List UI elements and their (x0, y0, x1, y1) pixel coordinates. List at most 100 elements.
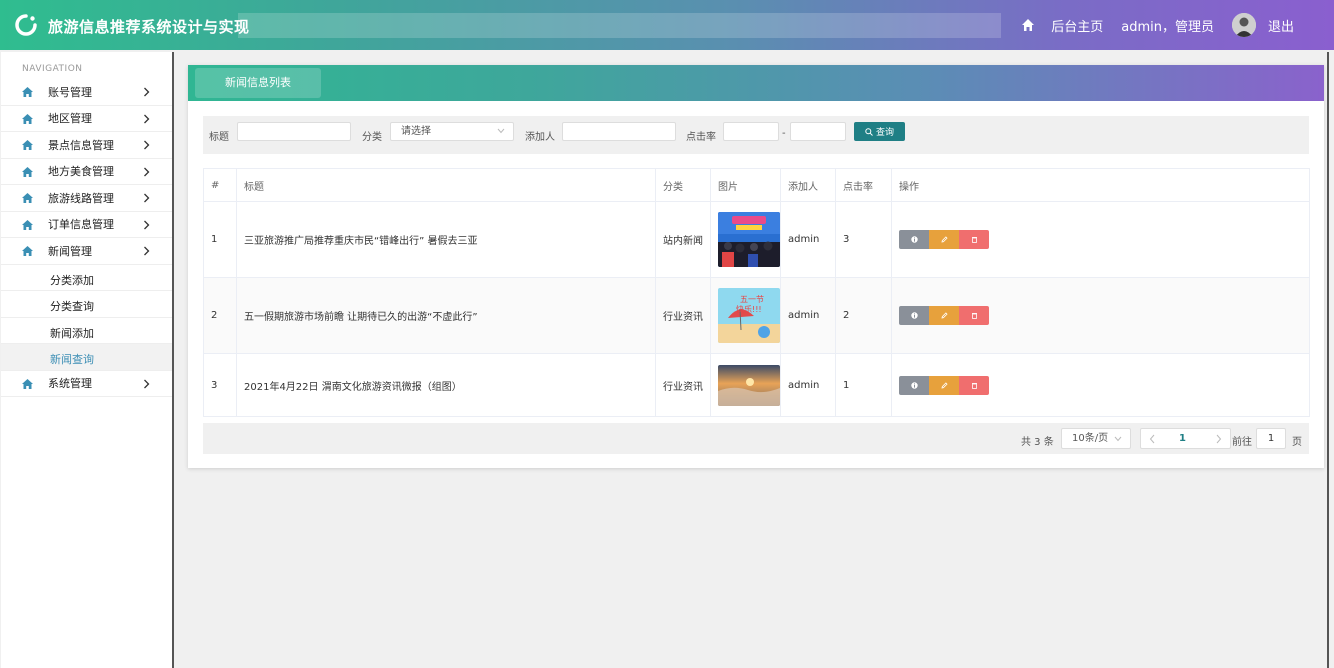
clicks-min-input[interactable] (723, 122, 779, 141)
cell-image (710, 201, 781, 278)
edit-button[interactable] (929, 375, 959, 395)
cell-adder: admin (780, 277, 836, 354)
cell-image (710, 353, 781, 417)
cell-index: 3 (203, 353, 237, 417)
news-thumbnail[interactable] (718, 364, 780, 406)
edit-button[interactable] (929, 230, 959, 249)
cell-actions (891, 277, 1310, 354)
home-icon (22, 193, 33, 203)
col-category-header: 分类 (655, 168, 711, 202)
pencil-icon (940, 381, 948, 389)
sidebar-item-region[interactable]: 地区管理 (1, 106, 172, 132)
avatar[interactable] (1231, 13, 1256, 37)
home-icon (22, 219, 33, 230)
edit-button[interactable] (929, 306, 959, 325)
clicks-max-input[interactable] (790, 122, 846, 141)
page-size-select[interactable]: 10条/页 (1061, 428, 1131, 449)
cell-category: 行业资讯 (655, 353, 711, 417)
cell-actions (891, 201, 1310, 278)
delete-button[interactable] (959, 306, 989, 325)
goto-label: 前往 (1232, 437, 1252, 448)
chevron-right-icon (144, 379, 150, 388)
cell-clicks: 2 (835, 277, 892, 354)
chevron-right-icon (144, 140, 150, 150)
search-icon (865, 127, 873, 136)
sidebar-item-route[interactable]: 旅游线路管理 (1, 185, 172, 212)
sidebar-item-system[interactable]: 系统管理 (1, 371, 172, 397)
cell-title: 2021年4月22日 渭南文化旅游资讯微报（组图） (236, 353, 656, 417)
news-thumbnail[interactable] (718, 212, 780, 267)
sidebar-item-scenic[interactable]: 景点信息管理 (1, 132, 172, 159)
chevron-right-icon (144, 114, 150, 123)
adder-filter-label: 添加人 (525, 132, 555, 143)
pagination: 共 3 条 10条/页 1 前往 1 页 (203, 423, 1309, 454)
trash-icon (971, 382, 977, 389)
current-page[interactable]: 1 (1179, 433, 1186, 444)
page-size-value: 10条/页 (1072, 433, 1109, 444)
news-table: # 标题 分类 图片 添加人 点击率 操作 1 三亚旅游推广局推荐重庆市民“错峰… (203, 168, 1310, 417)
chevron-right-icon (144, 87, 150, 97)
range-separator: - (782, 128, 786, 139)
sidebar-subitem-label: 分类添加 (50, 273, 94, 287)
title-filter-input[interactable] (237, 122, 351, 141)
table-row: 2 五一假期旅游市场前瞻 让期待已久的出游“不虚此行” 行业资讯 五一节 快乐!… (203, 277, 1310, 354)
goto-page-input[interactable]: 1 (1256, 428, 1286, 449)
details-button[interactable] (899, 306, 929, 325)
title-highlight (238, 13, 1001, 38)
cell-image: 五一节 快乐!!! (710, 277, 781, 354)
category-filter-label: 分类 (362, 132, 382, 143)
chevron-left-icon[interactable] (1149, 434, 1155, 444)
sidebar-item-label: 旅游线路管理 (48, 191, 114, 205)
pencil-icon (940, 312, 948, 319)
tab-news-list[interactable]: 新闻信息列表 (195, 68, 321, 98)
chevron-right-icon[interactable] (1216, 434, 1222, 444)
svg-text:五一节: 五一节 (740, 295, 764, 304)
chevron-down-icon (497, 128, 505, 134)
col-adder-header: 添加人 (780, 168, 836, 202)
home-icon (22, 246, 33, 256)
sidebar: NAVIGATION 账号管理 地区管理 景点信息管理 地方美食管理 旅游线路管… (1, 52, 174, 668)
cell-clicks: 3 (835, 201, 892, 278)
trash-icon (971, 313, 977, 319)
sidebar-item-label: 账号管理 (48, 85, 92, 99)
page-navigator: 1 (1140, 428, 1231, 449)
sidebar-item-food[interactable]: 地方美食管理 (1, 159, 172, 185)
details-button[interactable] (899, 230, 929, 249)
home-link[interactable]: 后台主页 (1051, 16, 1103, 35)
cell-clicks: 1 (835, 353, 892, 417)
news-thumbnail[interactable]: 五一节 快乐!!! (718, 288, 780, 343)
adder-filter-input[interactable] (562, 122, 676, 141)
query-button[interactable]: 查询 (854, 122, 905, 141)
sidebar-item-account[interactable]: 账号管理 (1, 79, 172, 106)
cell-title: 五一假期旅游市场前瞻 让期待已久的出游“不虚此行” (236, 277, 656, 354)
delete-button[interactable] (959, 230, 989, 249)
chevron-right-icon (144, 193, 150, 203)
news-list-card: 新闻信息列表 标题 分类 请选择 添加人 点击率 - 查询 # 标题 分类 图片… (188, 65, 1324, 468)
home-icon[interactable] (1021, 18, 1035, 32)
sidebar-subitem-category-add[interactable]: 分类添加 (1, 265, 172, 291)
logout-link[interactable]: 退出 (1268, 16, 1294, 35)
app-title: 旅游信息推荐系统设计与实现 (48, 18, 250, 36)
category-select[interactable]: 请选择 (390, 122, 514, 141)
sidebar-item-order[interactable]: 订单信息管理 (1, 212, 172, 238)
logo-icon (15, 14, 37, 36)
sidebar-subitem-news-query[interactable]: 新闻查询 (1, 344, 172, 371)
col-actions-header: 操作 (891, 168, 1310, 202)
sidebar-item-label: 地区管理 (48, 112, 92, 126)
home-icon (22, 166, 33, 177)
col-title-header: 标题 (236, 168, 656, 202)
chevron-right-icon (144, 167, 150, 176)
sidebar-item-label: 系统管理 (48, 377, 92, 391)
sidebar-item-label: 订单信息管理 (48, 218, 114, 232)
info-icon (910, 236, 918, 243)
chevron-right-icon (144, 246, 150, 256)
details-button[interactable] (899, 375, 929, 395)
trash-icon (971, 237, 977, 243)
sidebar-subitem-news-add[interactable]: 新闻添加 (1, 318, 172, 344)
delete-button[interactable] (959, 375, 989, 395)
info-icon (910, 381, 918, 389)
content-right-border (1327, 52, 1329, 668)
sidebar-item-news[interactable]: 新闻管理 (1, 238, 172, 265)
sidebar-subitem-category-query[interactable]: 分类查询 (1, 291, 172, 318)
cell-category: 行业资讯 (655, 277, 711, 354)
